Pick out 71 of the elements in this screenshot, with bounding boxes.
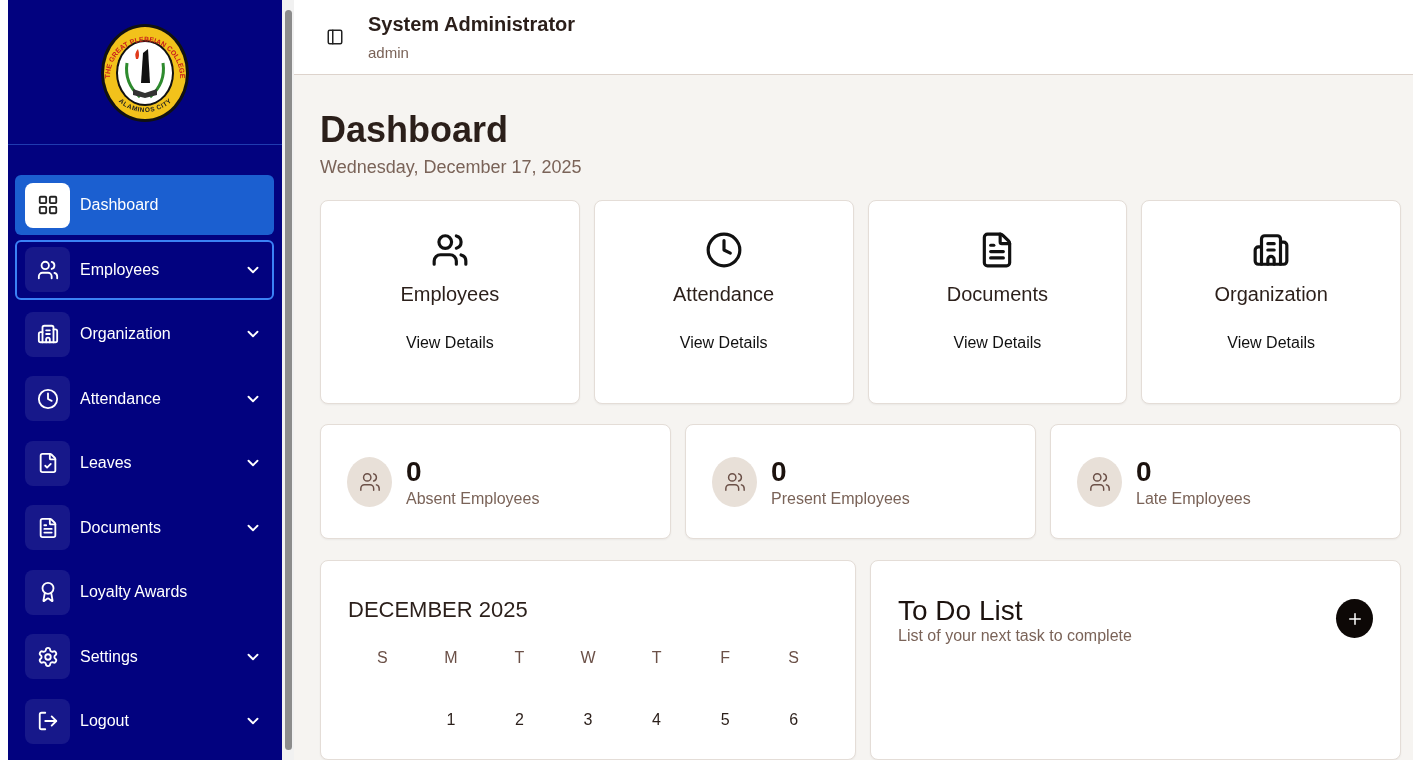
logout-icon [36, 710, 59, 732]
stat-label: Absent Employees [406, 489, 540, 508]
current-date: Wednesday, December 17, 2025 [320, 157, 583, 178]
nav-label: Employees [80, 260, 161, 279]
module-card[interactable]: Organization View Details [1141, 200, 1401, 404]
nav-label: Loyalty Awards [80, 583, 189, 601]
weekday-label: S [787, 649, 801, 667]
sidebar-toggle-icon[interactable] [326, 28, 344, 46]
view-details-link[interactable]: View Details [1227, 334, 1315, 352]
nav-item[interactable]: Dashboard [15, 175, 274, 235]
add-task-button[interactable] [1336, 599, 1373, 638]
nav-item[interactable]: Loyalty Awards [15, 562, 274, 622]
weekday-label: S [375, 649, 389, 667]
user-name: System Administrator [368, 13, 576, 36]
stat-value: 0 [1136, 455, 1153, 488]
page-title: Dashboard [320, 109, 510, 151]
grid-icon [36, 194, 59, 216]
users-icon [430, 231, 469, 269]
building-icon [1252, 231, 1291, 269]
module-title: Documents [946, 283, 1048, 306]
calendar-month: DECEMBER 2025 [348, 597, 529, 623]
user-role: admin [368, 44, 410, 61]
stat-label: Present Employees [771, 489, 910, 508]
weekday-label: M [443, 649, 459, 667]
nav-label: Organization [80, 325, 172, 343]
calendar-day[interactable]: 3 [553, 711, 623, 729]
scrollbar[interactable] [282, 0, 294, 760]
users-icon [358, 470, 381, 493]
nav-item[interactable]: Settings [15, 626, 274, 687]
users-icon [36, 258, 59, 281]
nav-label: Settings [80, 647, 139, 666]
view-details-link[interactable]: View Details [406, 334, 494, 352]
stat-value: 0 [771, 455, 788, 488]
nav-label: Attendance [80, 389, 162, 408]
nav-item[interactable]: Logout [15, 691, 274, 751]
clock-icon [704, 231, 743, 269]
calendar-day[interactable]: 6 [759, 711, 828, 729]
stat-value: 0 [406, 455, 423, 488]
users-icon [723, 470, 746, 493]
nav-item[interactable]: Documents [15, 497, 274, 558]
view-details-link[interactable]: View Details [953, 334, 1042, 352]
module-title: Organization [1214, 283, 1328, 306]
nav-label: Leaves [80, 454, 133, 472]
building-icon [36, 323, 59, 345]
nav-item[interactable]: Leaves [15, 433, 274, 493]
calendar-day[interactable]: 4 [622, 711, 691, 729]
module-card[interactable]: Attendance View Details [593, 200, 854, 404]
settings-icon [36, 645, 59, 668]
module-card[interactable]: Employees View Details [320, 200, 580, 404]
calendar-day[interactable]: 1 [416, 711, 486, 729]
stat-label: Late Employees [1136, 489, 1251, 508]
calendar-day[interactable]: 5 [690, 711, 760, 729]
view-details-link[interactable]: View Details [679, 334, 768, 352]
module-card[interactable]: Documents View Details [867, 200, 1128, 404]
module-title: Employees [400, 283, 500, 306]
clock-icon [36, 387, 59, 410]
weekday-label: T [650, 649, 663, 667]
nav-item[interactable]: Employees [15, 239, 274, 300]
nav-label: Dashboard [80, 196, 160, 214]
weekday-label: F [719, 649, 731, 667]
nav-label: Documents [80, 518, 162, 537]
nav-label: Logout [80, 712, 130, 730]
todo-title: To Do List [898, 595, 1024, 627]
todo-subtitle: List of your next task to complete [898, 627, 1132, 645]
module-title: Attendance [673, 283, 775, 306]
weekday-label: W [579, 649, 597, 667]
nav-item[interactable]: Attendance [15, 368, 274, 429]
calendar-day[interactable]: 2 [485, 711, 554, 729]
weekday-label: T [513, 649, 526, 667]
nav-item[interactable]: Organization [15, 304, 274, 364]
users-icon [1088, 470, 1111, 493]
